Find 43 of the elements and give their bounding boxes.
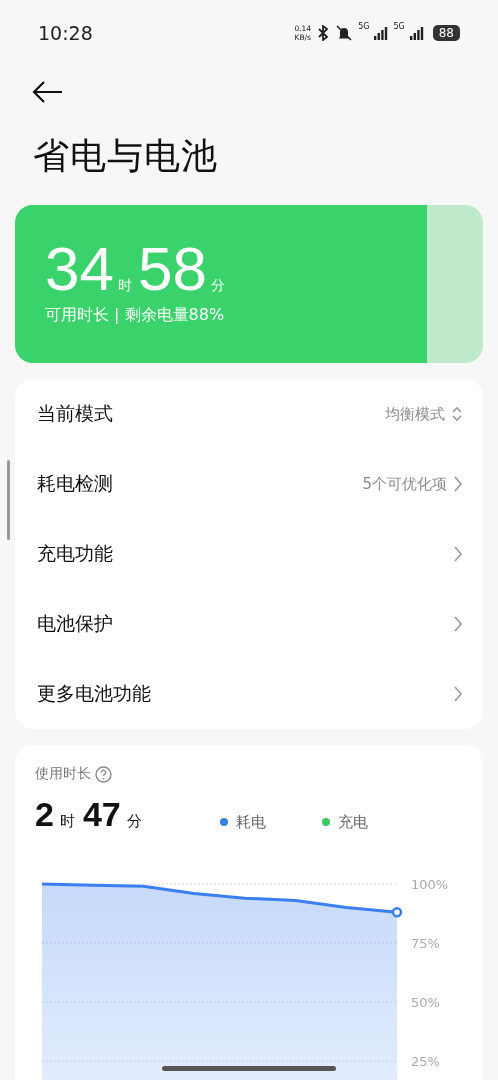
hours-value: 34: [45, 241, 114, 297]
minutes-value: 58: [137, 241, 207, 297]
network-type: 5G: [393, 22, 405, 31]
hours-unit: 时: [59, 812, 75, 831]
settings-row[interactable]: 充电功能: [15, 519, 483, 589]
chevron-right-icon: [453, 545, 463, 563]
bluetooth-icon: [316, 25, 331, 41]
settings-row[interactable]: 当前模式 均衡模式: [15, 379, 483, 449]
chevron-right-icon: [453, 475, 463, 493]
row-label: 耗电检测: [37, 471, 114, 496]
minutes-unit: 分: [210, 277, 225, 295]
usage-minutes: 47: [82, 795, 121, 834]
battery-caption: 可用时长 | 剩余电量88%: [45, 305, 226, 326]
axis-label: 25%: [411, 1054, 440, 1069]
settings-row[interactable]: 耗电检测 5个可优化项: [15, 449, 483, 519]
bell-off-icon: [335, 25, 354, 41]
axis-label: 50%: [411, 995, 440, 1010]
row-label: 电池保护: [37, 611, 114, 636]
usage-hours: 2: [35, 795, 54, 834]
signal-icon: [409, 26, 424, 40]
row-label: 当前模式: [37, 401, 114, 426]
help-icon[interactable]: [95, 765, 112, 783]
settings-row[interactable]: 更多电池功能: [15, 659, 483, 729]
settings-row[interactable]: 电池保护: [15, 589, 483, 659]
legend-label: 耗电: [235, 812, 266, 832]
up-down-chevron-icon: [451, 405, 463, 423]
chevron-right-icon: [453, 685, 463, 703]
axis-label: 75%: [411, 936, 440, 951]
legend-label: 充电: [337, 812, 368, 832]
battery-indicator: 88: [432, 25, 460, 41]
status-time: 10:28: [38, 22, 93, 44]
minutes-unit: 分: [126, 812, 142, 831]
axis-label: 100%: [411, 877, 449, 892]
row-label: 更多电池功能: [37, 681, 152, 706]
signal-icon: [374, 26, 389, 40]
page-title: 省电与电池: [33, 134, 219, 178]
hours-unit: 时: [117, 277, 132, 295]
chevron-right-icon: [453, 615, 463, 633]
row-value: 5个可优化项: [362, 474, 447, 494]
row-label: 充电功能: [37, 541, 114, 566]
usage-title: 使用时长: [35, 765, 91, 783]
row-value: 均衡模式: [385, 404, 445, 424]
network-type: 5G: [358, 22, 370, 31]
